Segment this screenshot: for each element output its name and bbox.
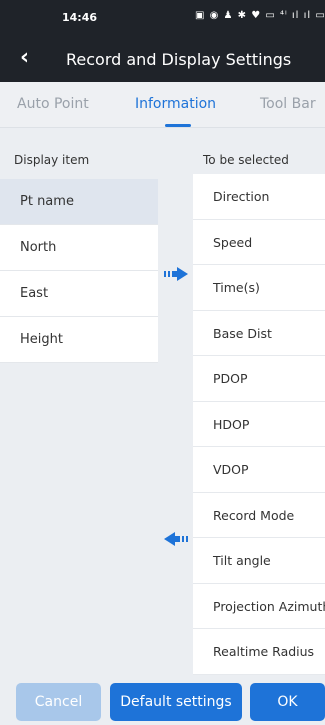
- available-item-record-mode[interactable]: Record Mode: [193, 492, 325, 538]
- available-item-time[interactable]: Time(s): [193, 265, 325, 311]
- tab-bar: Auto Point Information Tool Bar: [0, 82, 325, 128]
- available-item-projection-azimuth[interactable]: Projection Azimuth: [193, 583, 325, 629]
- display-item-list: Pt name North East Height: [0, 179, 158, 363]
- display-item-header: Display item: [14, 153, 90, 167]
- status-icons: ▣ ◉ ♟ ✱ ♥ ▭ ⁴ˡ ıl ıl ▭: [195, 10, 325, 21]
- title-bar: ‹ Record and Display Settings: [0, 38, 325, 82]
- display-item-east[interactable]: East: [0, 271, 158, 317]
- active-tab-indicator: [165, 124, 191, 127]
- ok-button[interactable]: OK: [250, 683, 325, 721]
- available-item-direction[interactable]: Direction: [193, 174, 325, 220]
- arrow-right-icon[interactable]: [164, 267, 188, 281]
- back-chevron-icon[interactable]: ‹: [20, 46, 29, 70]
- status-time: 14:46: [62, 11, 98, 24]
- page-title: Record and Display Settings: [66, 50, 292, 69]
- display-item-north[interactable]: North: [0, 225, 158, 271]
- available-item-hdop[interactable]: HDOP: [193, 401, 325, 447]
- available-item-vdop[interactable]: VDOP: [193, 447, 325, 493]
- available-item-list: Direction Speed Time(s) Base Dist PDOP H…: [193, 174, 325, 675]
- available-item-pdop[interactable]: PDOP: [193, 356, 325, 402]
- available-item-speed[interactable]: Speed: [193, 219, 325, 265]
- tab-auto-point[interactable]: Auto Point: [17, 96, 89, 112]
- available-item-tilt-angle[interactable]: Tilt angle: [193, 538, 325, 584]
- to-be-selected-header: To be selected: [203, 153, 289, 167]
- status-bar: 14:46 ▣ ◉ ♟ ✱ ♥ ▭ ⁴ˡ ıl ıl ▭: [0, 0, 325, 38]
- available-item-realtime-radius[interactable]: Realtime Radius: [193, 629, 325, 675]
- tab-tool-bar[interactable]: Tool Bar: [260, 96, 316, 112]
- arrow-left-icon[interactable]: [164, 532, 188, 546]
- display-item-pt-name[interactable]: Pt name: [0, 179, 158, 225]
- default-settings-button[interactable]: Default settings: [110, 683, 242, 721]
- tab-information[interactable]: Information: [135, 96, 216, 112]
- cancel-button[interactable]: Cancel: [16, 683, 101, 721]
- available-item-base-dist[interactable]: Base Dist: [193, 310, 325, 356]
- display-item-height[interactable]: Height: [0, 317, 158, 363]
